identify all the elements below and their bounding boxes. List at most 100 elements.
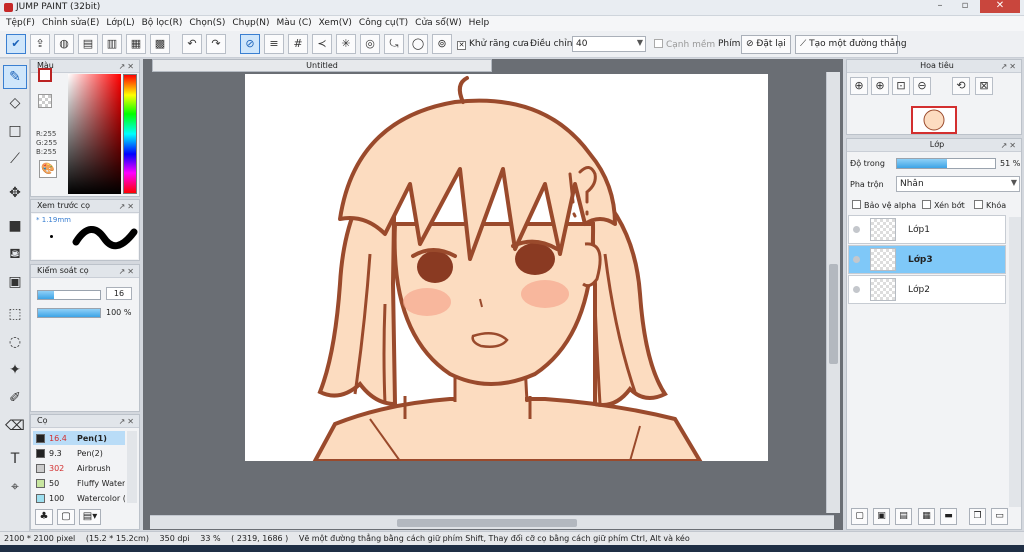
select-eraser-tool-icon[interactable]: ⌫ <box>3 414 27 438</box>
magic-wand-tool-icon[interactable]: ✦ <box>3 358 27 382</box>
move-tool-icon[interactable]: ✥ <box>3 181 27 205</box>
radial-ruler-icon[interactable]: ✳ <box>336 34 356 54</box>
menu-edit[interactable]: Chỉnh sửa(E) <box>42 16 106 31</box>
zoom-out-icon[interactable]: ⊖ <box>913 77 931 95</box>
concentric-ruler-icon[interactable]: ◎ <box>360 34 380 54</box>
panel-controls-icon[interactable]: ↗✕ <box>119 267 136 276</box>
comment-icon[interactable]: ◍ <box>54 34 74 54</box>
navigator-thumbnail[interactable] <box>911 106 957 134</box>
brush-size-input[interactable]: 16 <box>106 287 132 300</box>
circle-ruler-icon[interactable]: ⊚ <box>432 34 452 54</box>
smooth-checkbox[interactable]: Cạnh mềm <box>654 39 715 50</box>
layer-row[interactable]: Lớp3 <box>848 245 1006 274</box>
lasso-tool-icon[interactable]: ◌ <box>3 330 27 354</box>
halftone-layer-icon[interactable]: ▦ <box>918 508 935 525</box>
panel-controls-icon[interactable]: ↗✕ <box>119 62 136 71</box>
fit-screen-icon[interactable]: ⊡ <box>892 77 910 95</box>
visibility-icon[interactable] <box>853 286 860 293</box>
brush-list-item[interactable]: 302 Airbrush <box>33 461 125 475</box>
menu-view[interactable]: Xem(V) <box>319 16 359 31</box>
folder-icon[interactable]: ▬ <box>940 508 957 525</box>
cloud-save-icon[interactable]: ✔ <box>6 34 26 54</box>
menu-capture[interactable]: Chụp(N) <box>232 16 276 31</box>
panel-controls-icon[interactable]: ↗✕ <box>119 417 136 426</box>
menu-help[interactable]: Help <box>469 16 497 31</box>
maximize-button[interactable]: ▫ <box>953 0 977 13</box>
brush-size-slider[interactable] <box>37 290 101 300</box>
panel-controls-icon[interactable]: ↗✕ <box>1001 141 1018 150</box>
saturation-value-picker[interactable] <box>68 74 121 194</box>
close-button[interactable]: ✕ <box>980 0 1020 13</box>
canvas-vertical-scrollbar[interactable] <box>826 72 840 513</box>
rect-select-tool-icon[interactable]: ⬚ <box>3 302 27 326</box>
menu-select[interactable]: Chọn(S) <box>189 16 232 31</box>
rectangle-tool-icon[interactable]: □ <box>3 119 27 143</box>
transparent-color-swatch[interactable] <box>38 94 52 108</box>
panel-controls-icon[interactable]: ↗✕ <box>1001 62 1018 71</box>
redo-icon[interactable]: ↷ <box>206 34 226 54</box>
new-text-layer-icon[interactable]: ▤ <box>895 508 912 525</box>
brush-tool-icon[interactable]: ✎ <box>3 65 27 89</box>
rotate-icon[interactable]: ⟲ <box>952 77 970 95</box>
brush-list-item[interactable]: 100 Watercolor ( <box>33 491 125 505</box>
clip-checkbox[interactable]: Xén bớt <box>922 200 965 210</box>
text-tool-icon[interactable]: T <box>3 447 27 471</box>
line-tool-icon[interactable]: ⟋ <box>3 147 27 171</box>
new-vector-layer-icon[interactable]: ▣ <box>873 508 890 525</box>
visibility-icon[interactable] <box>853 226 860 233</box>
gradient-tool-icon[interactable]: ▣ <box>3 270 27 294</box>
menu-file[interactable]: Tệp(F) <box>6 16 42 31</box>
bucket-tool-icon[interactable]: ⛾ <box>3 242 27 266</box>
zoom-in-2-icon[interactable]: ⊕ <box>871 77 889 95</box>
ruler-off-icon[interactable]: ⊘ <box>240 34 260 54</box>
palette-icon[interactable]: 🎨 <box>39 160 57 178</box>
curve-ruler-icon[interactable]: ⤿ <box>384 34 404 54</box>
menu-filter[interactable]: Bộ lọc(R) <box>142 16 190 31</box>
adjust-combo[interactable]: 40 ▼ <box>572 36 646 52</box>
menu-color[interactable]: Màu (C) <box>277 16 319 31</box>
perspective-ruler-icon[interactable]: ≺ <box>312 34 332 54</box>
lock-checkbox[interactable]: Khóa <box>974 200 1006 210</box>
layer-row[interactable]: Lớp2 <box>848 275 1006 304</box>
document-icon[interactable]: ▥ <box>102 34 122 54</box>
select-pen-tool-icon[interactable]: ✐ <box>3 386 27 410</box>
layer-opacity-slider[interactable] <box>896 158 996 169</box>
tree-icon[interactable]: ♣ <box>35 509 53 525</box>
eraser-tool-icon[interactable]: ◇ <box>3 91 27 115</box>
brush-list-item[interactable]: 9.3 Pen(2) <box>33 446 125 460</box>
eyedropper-tool-icon[interactable]: ⌖ <box>3 475 27 499</box>
straight-line-button[interactable]: ⟋ Tạo một đường thẳng <box>795 35 907 54</box>
document-tab[interactable]: Untitled <box>152 59 492 72</box>
reset-button[interactable]: ⊘ Đặt lại <box>741 35 791 54</box>
brush-list-item[interactable]: 50 Fluffy Water <box>33 476 125 490</box>
hue-slider[interactable] <box>123 74 137 194</box>
delete-layer-icon[interactable]: ▭ <box>991 508 1008 525</box>
parallel-ruler-icon[interactable]: ≡ <box>264 34 284 54</box>
minimize-button[interactable]: – <box>928 0 952 13</box>
foreground-color-swatch[interactable] <box>38 68 52 82</box>
duplicate-layer-icon[interactable]: ❐ <box>969 508 986 525</box>
brush-list-item[interactable]: 16.4 Pen(1) <box>33 431 125 445</box>
reset-view-icon[interactable]: ⊠ <box>975 77 993 95</box>
canvas-horizontal-scrollbar[interactable] <box>150 515 834 529</box>
menu-layer[interactable]: Lớp(L) <box>106 16 141 31</box>
panel-controls-icon[interactable]: ↗✕ <box>119 202 136 211</box>
menu-tools[interactable]: Công cụ(T) <box>359 16 415 31</box>
undo-icon[interactable]: ↶ <box>182 34 202 54</box>
blend-mode-select[interactable]: Nhân ▼ <box>896 176 1020 192</box>
message-icon[interactable]: ▤ <box>78 34 98 54</box>
vertical-scroll-thumb[interactable] <box>829 264 838 364</box>
share-icon[interactable]: ⇪ <box>30 34 50 54</box>
protect-alpha-checkbox[interactable]: Bảo vệ alpha <box>852 200 916 210</box>
layer-list-scrollbar[interactable] <box>1009 217 1021 507</box>
visibility-icon[interactable] <box>853 256 860 263</box>
menu-window[interactable]: Cửa sổ(W) <box>415 16 468 31</box>
horizontal-scroll-thumb[interactable] <box>397 519 577 527</box>
antialias-checkbox[interactable]: ✕ Khử răng cưa <box>457 39 529 50</box>
page-icon[interactable]: ▦ <box>126 34 146 54</box>
new-layer-icon[interactable]: ▢ <box>851 508 868 525</box>
fill-rect-tool-icon[interactable]: ■ <box>3 214 27 238</box>
ellipse-ruler-icon[interactable]: ◯ <box>408 34 428 54</box>
brush-opacity-slider[interactable] <box>37 308 101 318</box>
grid-layout-icon[interactable]: ▩ <box>150 34 170 54</box>
